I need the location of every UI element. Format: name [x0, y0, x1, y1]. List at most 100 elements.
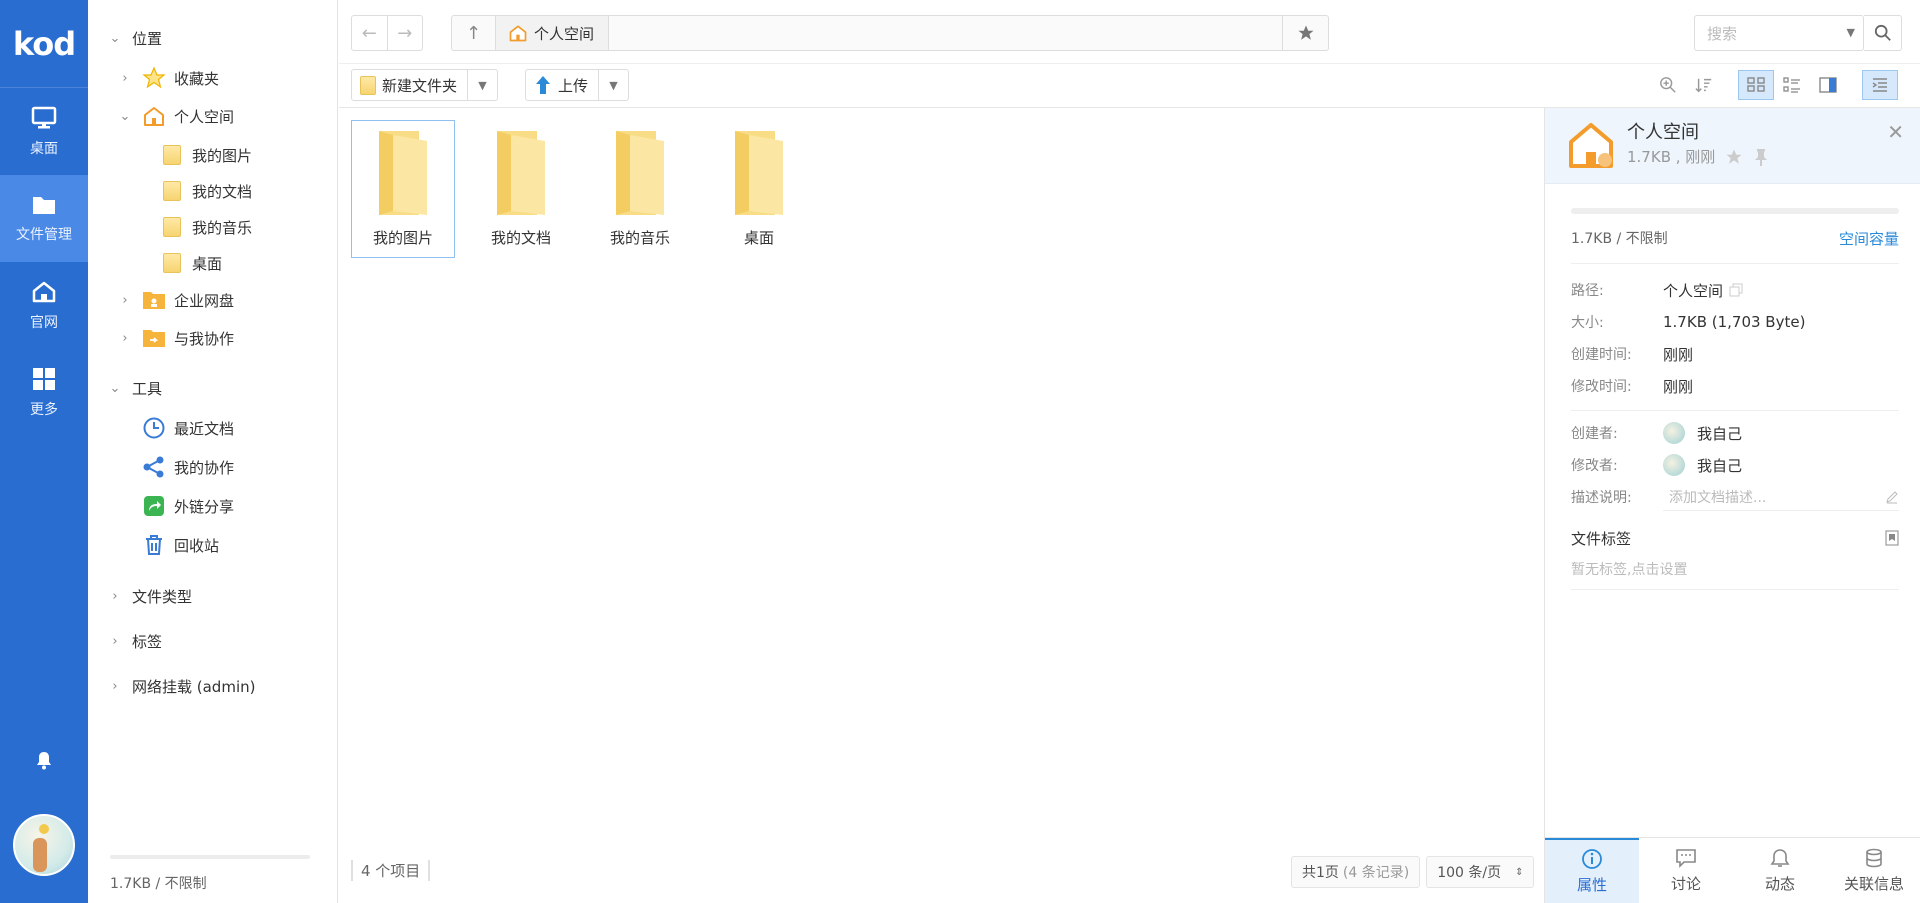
kod-logo[interactable]: kod — [0, 0, 88, 88]
space-capacity-link[interactable]: 空间容量 — [1839, 228, 1899, 249]
close-icon[interactable]: ✕ — [1887, 120, 1904, 144]
tree-label: 桌面 — [192, 254, 223, 273]
tree-label: 与我协作 — [174, 329, 235, 348]
star-icon[interactable] — [1725, 148, 1743, 166]
tree-item-enterprise-drive[interactable]: › 企业网盘 — [118, 288, 234, 312]
folder-name: 我的音乐 — [609, 229, 670, 247]
tree-section-tags[interactable]: › 标签 — [108, 631, 162, 652]
chevron-right-icon[interactable]: › — [118, 71, 132, 86]
chevron-down-icon[interactable]: ▼ — [598, 70, 628, 100]
back-arrow-icon[interactable]: ← — [352, 16, 387, 50]
file-list[interactable]: 我的图片 我的文档 我的音乐 桌面 4 个项目 共1页 (4 条记录) 100 … — [339, 108, 1544, 903]
prop-value[interactable]: 我自己 — [1663, 422, 1742, 444]
tree-section-location[interactable]: ⌄ 位置 — [108, 28, 162, 49]
new-folder-main[interactable]: 新建文件夹 — [352, 70, 467, 100]
panel-quota-text: 1.7KB / 不限制 — [1571, 231, 1668, 247]
forward-arrow-icon[interactable]: → — [386, 16, 423, 50]
zoom-icon[interactable] — [1650, 70, 1686, 100]
address-bar: ← → ↑ 个人空间 搜索 ▼ — [339, 0, 1920, 64]
home-icon — [32, 281, 56, 302]
search-input[interactable]: 搜索 ▼ — [1694, 15, 1864, 51]
tags-empty-hint[interactable]: 暂无标签,点击设置 — [1571, 559, 1899, 590]
tree-item-shared-with-me[interactable]: › 与我协作 — [118, 326, 234, 350]
tree-item-recent[interactable]: 最近文档 — [142, 416, 234, 440]
notification-button[interactable] — [0, 750, 88, 770]
prop-value[interactable]: 我自己 — [1663, 454, 1742, 476]
prop-value: 刚刚 — [1663, 345, 1694, 364]
folder-item[interactable]: 我的音乐 — [588, 120, 692, 258]
panel-header: 个人空间 1.7KB , 刚刚 ✕ — [1545, 108, 1920, 184]
chevron-down-icon[interactable]: ▼ — [1847, 26, 1855, 39]
upload-main[interactable]: 上传 — [526, 70, 598, 100]
chevron-down-icon[interactable]: ⌄ — [118, 109, 132, 124]
upload-label: 上传 — [558, 76, 589, 95]
prop-created: 创建时间: 刚刚 — [1571, 338, 1899, 370]
tree-item-recycle-bin[interactable]: 回收站 — [142, 533, 219, 557]
tree-item-external-share[interactable]: 外链分享 — [142, 494, 234, 518]
upload-button[interactable]: 上传 ▼ — [525, 69, 630, 101]
page-size-select[interactable]: 100 条/页 ⇕ — [1426, 856, 1535, 888]
toolbar: 新建文件夹 ▼ 上传 ▼ — [339, 64, 1920, 108]
chevron-right-icon[interactable]: › — [118, 331, 132, 346]
folder-icon — [616, 131, 664, 215]
tree-section-tools[interactable]: ⌄ 工具 — [108, 378, 162, 399]
toggle-panel-icon[interactable] — [1862, 70, 1898, 100]
tree-item-my-music[interactable]: 我的音乐 — [160, 215, 252, 239]
tab-discussion[interactable]: 讨论 — [1639, 838, 1733, 903]
folder-icon — [379, 131, 427, 215]
prop-key: 创建时间: — [1571, 347, 1632, 363]
folder-icon — [497, 131, 545, 215]
split-view-icon[interactable] — [1810, 70, 1846, 100]
tree-item-personal-space[interactable]: ⌄ 个人空间 — [118, 104, 234, 128]
properties-panel: 个人空间 1.7KB , 刚刚 ✕ 1.7KB / 不限制 空间容量 路径: 个… — [1544, 108, 1920, 903]
tree-item-desktop[interactable]: 桌面 — [160, 251, 222, 275]
edit-pencil-icon[interactable] — [1885, 490, 1899, 504]
up-arrow-icon[interactable]: ↑ — [452, 16, 496, 50]
icon-view-icon[interactable] — [1738, 70, 1774, 100]
tree-label: 回收站 — [174, 536, 220, 555]
modifier-name: 我自己 — [1697, 456, 1743, 475]
storage-quota: 1.7KB / 不限制 — [110, 855, 310, 893]
prop-creator: 创建者: 我自己 — [1571, 417, 1899, 449]
page-info: 共1页 (4 条记录) — [1291, 856, 1421, 888]
breadcrumb[interactable]: 个人空间 — [496, 16, 610, 50]
tree-section-file-types[interactable]: › 文件类型 — [108, 586, 192, 607]
tab-properties[interactable]: 属性 — [1545, 838, 1639, 903]
chevron-down-icon[interactable]: ▼ — [467, 70, 497, 100]
new-folder-button[interactable]: 新建文件夹 ▼ — [351, 69, 499, 101]
rail-item-more[interactable]: 更多 — [0, 349, 88, 436]
rail-item-website[interactable]: 官网 — [0, 262, 88, 349]
sort-icon[interactable] — [1686, 70, 1722, 100]
tree-label: 我的音乐 — [192, 218, 253, 237]
folder-item[interactable]: 我的图片 — [351, 120, 455, 258]
breadcrumb-label: 个人空间 — [534, 24, 595, 43]
copy-icon[interactable] — [1729, 283, 1743, 297]
tree-section-network-mount[interactable]: › 网络挂载 (admin) — [108, 676, 255, 697]
user-avatar[interactable] — [13, 814, 75, 876]
path-bar[interactable]: ↑ 个人空间 — [451, 15, 1329, 51]
tree-item-my-docs[interactable]: 我的文档 — [160, 179, 252, 203]
rail-item-file-manager[interactable]: 文件管理 — [0, 175, 88, 262]
favorite-star-button[interactable] — [1282, 16, 1328, 50]
app-window: kod 桌面 文件管理 官网 更多 ⌄ 位置 › 收藏夹 ⌄ 个人空间 我的图片… — [0, 0, 1920, 903]
search-button[interactable] — [1864, 15, 1902, 51]
panel-tabs: 属性 讨论 动态 关联信息 — [1545, 837, 1920, 903]
tab-activity[interactable]: 动态 — [1733, 838, 1827, 903]
bookmark-icon[interactable] — [1885, 530, 1899, 546]
tree-item-my-collab[interactable]: 我的协作 — [142, 455, 234, 479]
prop-size: 大小: 1.7KB (1,703 Byte) — [1571, 306, 1899, 338]
tree-item-favorites[interactable]: › 收藏夹 — [118, 66, 219, 90]
folder-item[interactable]: 我的文档 — [469, 120, 573, 258]
rail-item-desktop[interactable]: 桌面 — [0, 88, 88, 175]
pin-icon[interactable] — [1753, 148, 1769, 166]
folder-icon — [160, 179, 184, 203]
rail-item-label: 官网 — [30, 314, 58, 331]
tab-label: 动态 — [1764, 875, 1795, 893]
chevron-down-icon: ⌄ — [109, 31, 121, 46]
chevron-right-icon[interactable]: › — [118, 293, 132, 308]
tab-related-info[interactable]: 关联信息 — [1827, 838, 1920, 903]
tree-item-my-pictures[interactable]: 我的图片 — [160, 143, 252, 167]
description-input[interactable]: 添加文档描述... — [1663, 483, 1899, 511]
folder-item[interactable]: 桌面 — [707, 120, 811, 258]
list-view-icon[interactable] — [1774, 70, 1810, 100]
